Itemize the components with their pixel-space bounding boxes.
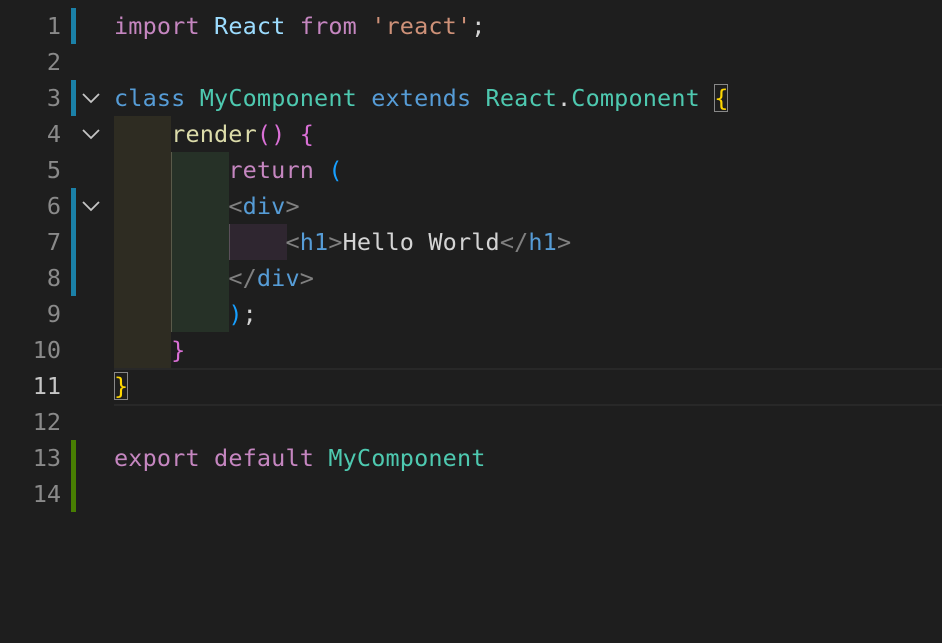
- tag-bracket: >: [285, 192, 300, 220]
- gutter-modified-indicator[interactable]: [71, 188, 76, 224]
- code-line-7[interactable]: 7 <h1>Hello World</h1>: [0, 224, 942, 260]
- tag-bracket: >: [556, 228, 572, 256]
- code-line-10[interactable]: 10 }: [0, 332, 942, 368]
- close-paren: ): [228, 300, 243, 328]
- code-line-5[interactable]: 5 return (: [0, 152, 942, 188]
- line-number: 11: [32, 372, 61, 400]
- string-literal: 'react': [371, 12, 472, 40]
- code-line-6[interactable]: 6 <div>: [0, 188, 942, 224]
- line-number: 8: [46, 264, 61, 292]
- code-text[interactable]: render() {: [114, 121, 314, 147]
- code-text[interactable]: }: [114, 372, 129, 400]
- chevron-down-icon[interactable]: [80, 124, 102, 144]
- line-number: 2: [46, 48, 61, 76]
- line-number: 1: [46, 12, 61, 40]
- class-name: MyComponent: [199, 84, 357, 112]
- code-line-2[interactable]: 2: [0, 44, 942, 80]
- code-text[interactable]: <div>: [114, 193, 300, 219]
- keyword-class: class: [114, 84, 186, 112]
- code-text[interactable]: </div>: [114, 265, 314, 291]
- gutter-modified-indicator[interactable]: [71, 80, 76, 116]
- open-paren: (: [328, 156, 343, 184]
- class-name: Component: [571, 84, 700, 112]
- code-line-4[interactable]: 4 render() {: [0, 116, 942, 152]
- dot: .: [557, 84, 572, 112]
- tag-name: h1: [299, 228, 329, 256]
- gutter-modified-indicator[interactable]: [71, 260, 76, 296]
- tag-bracket: </: [499, 228, 529, 256]
- tag-name: div: [242, 192, 286, 220]
- open-brace: {: [299, 120, 315, 148]
- open-brace: {: [714, 84, 729, 112]
- jsx-text: Hello World: [342, 228, 500, 256]
- identifier: React: [485, 84, 557, 112]
- gutter-modified-indicator[interactable]: [71, 224, 76, 260]
- code-line-13[interactable]: 13 export default MyComponent: [0, 440, 942, 476]
- chevron-down-icon[interactable]: [80, 196, 102, 216]
- code-line-12[interactable]: 12: [0, 404, 942, 440]
- code-line-11[interactable]: 11 }: [0, 368, 942, 404]
- keyword-from: from: [299, 12, 357, 40]
- close-brace: }: [114, 372, 129, 400]
- code-line-9[interactable]: 9 );: [0, 296, 942, 332]
- gutter-added-indicator[interactable]: [71, 476, 76, 512]
- gutter-modified-indicator[interactable]: [71, 8, 76, 44]
- line-number: 13: [32, 444, 61, 472]
- line-number: 4: [46, 120, 61, 148]
- code-line-3[interactable]: 3 class MyComponent extends React.Compon…: [0, 80, 942, 116]
- keyword-return: return: [228, 156, 315, 184]
- tag-bracket: <: [228, 192, 243, 220]
- line-number: 14: [32, 480, 61, 508]
- identifier: React: [214, 12, 286, 40]
- line-number: 6: [46, 192, 61, 220]
- line-number: 7: [46, 228, 61, 256]
- code-line-14[interactable]: 14: [0, 476, 942, 512]
- code-text[interactable]: export default MyComponent: [114, 445, 486, 471]
- tag-bracket: >: [299, 264, 315, 292]
- code-text[interactable]: class MyComponent extends React.Componen…: [114, 84, 729, 112]
- chevron-down-icon[interactable]: [80, 88, 102, 108]
- line-number: 9: [46, 300, 61, 328]
- code-text[interactable]: return (: [114, 157, 343, 183]
- line-number: 10: [32, 336, 61, 364]
- close-brace: }: [171, 336, 186, 364]
- semicolon: ;: [242, 300, 257, 328]
- parentheses: (): [256, 120, 286, 148]
- tag-bracket: </: [228, 264, 257, 292]
- code-text[interactable]: );: [114, 301, 257, 327]
- code-line-1[interactable]: 1 import React from 'react';: [0, 8, 942, 44]
- keyword-default: default: [214, 444, 315, 472]
- line-number: 12: [32, 408, 61, 436]
- code-text[interactable]: import React from 'react';: [114, 13, 486, 39]
- keyword-import: import: [114, 12, 200, 40]
- tag-name: div: [256, 264, 300, 292]
- semicolon: ;: [471, 12, 486, 40]
- code-editor[interactable]: 1 import React from 'react'; 2 3 class M…: [0, 0, 942, 643]
- code-text[interactable]: }: [114, 337, 185, 363]
- line-number: 5: [46, 156, 61, 184]
- line-number: 3: [46, 84, 61, 112]
- gutter-added-indicator[interactable]: [71, 440, 76, 476]
- tag-bracket: >: [328, 228, 343, 256]
- method-name: render: [171, 120, 257, 148]
- keyword-extends: extends: [371, 84, 472, 112]
- code-text[interactable]: <h1>Hello World</h1>: [114, 229, 571, 255]
- keyword-export: export: [114, 444, 200, 472]
- tag-bracket: <: [285, 228, 300, 256]
- tag-name: h1: [528, 228, 557, 256]
- class-name: MyComponent: [328, 444, 486, 472]
- code-line-8[interactable]: 8 </div>: [0, 260, 942, 296]
